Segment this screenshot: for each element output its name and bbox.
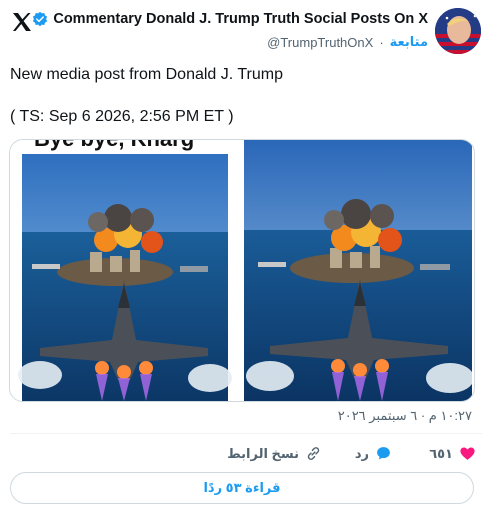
author-row: Commentary Donald J. Trump Truth Social … (32, 11, 428, 27)
jet-strike-illustration: Bye bye, Kharg (10, 140, 238, 401)
copy-link-label: نسخ الرابط (227, 445, 299, 461)
media-image-right[interactable] (244, 140, 472, 401)
copy-link-button[interactable]: نسخ الرابط (227, 445, 322, 462)
post-text-line-1: New media post from Donald J. Trump (10, 66, 283, 83)
like-button[interactable]: ٦٥١ (429, 445, 476, 462)
media-image-left[interactable]: Bye bye, Kharg (10, 140, 238, 401)
separator-dot: · (379, 34, 384, 50)
post-text-line-2: ( TS: Sep 6 2026, 2:56 PM ET ) (10, 108, 234, 125)
reply-button[interactable]: رد (355, 445, 392, 462)
heart-icon (460, 447, 475, 460)
author-display-name[interactable]: Commentary Donald J. Trump Truth Social … (53, 11, 428, 27)
action-bar: ٦٥١ رد نسخ الرابط (10, 445, 482, 465)
avatar-image (435, 8, 481, 54)
post-timestamp[interactable]: ١٠:٢٧ م · ٦ سبتمبر ٢٠٢٦ (338, 408, 472, 424)
follow-button[interactable]: متابعة (390, 34, 428, 50)
reply-label: رد (354, 445, 369, 461)
read-replies-button[interactable]: قراءة ٥٣ ردًا (10, 472, 474, 504)
link-icon (307, 447, 320, 460)
jet-strike-illustration-2 (244, 140, 472, 401)
author-sub-row: @TrumpTruthOnX · متابعة (267, 34, 428, 50)
x-logo-icon[interactable] (10, 10, 34, 34)
author-handle[interactable]: @TrumpTruthOnX (267, 35, 373, 50)
avatar[interactable] (435, 8, 481, 54)
divider (10, 433, 482, 434)
image-overlay-caption: Bye bye, Kharg (34, 140, 194, 151)
like-count: ٦٥١ (429, 445, 453, 461)
reply-bubble-icon (377, 447, 390, 460)
post-card: Commentary Donald J. Trump Truth Social … (0, 0, 492, 513)
media-grid: Bye bye, Kharg (9, 139, 475, 402)
verified-badge-icon (33, 11, 48, 27)
